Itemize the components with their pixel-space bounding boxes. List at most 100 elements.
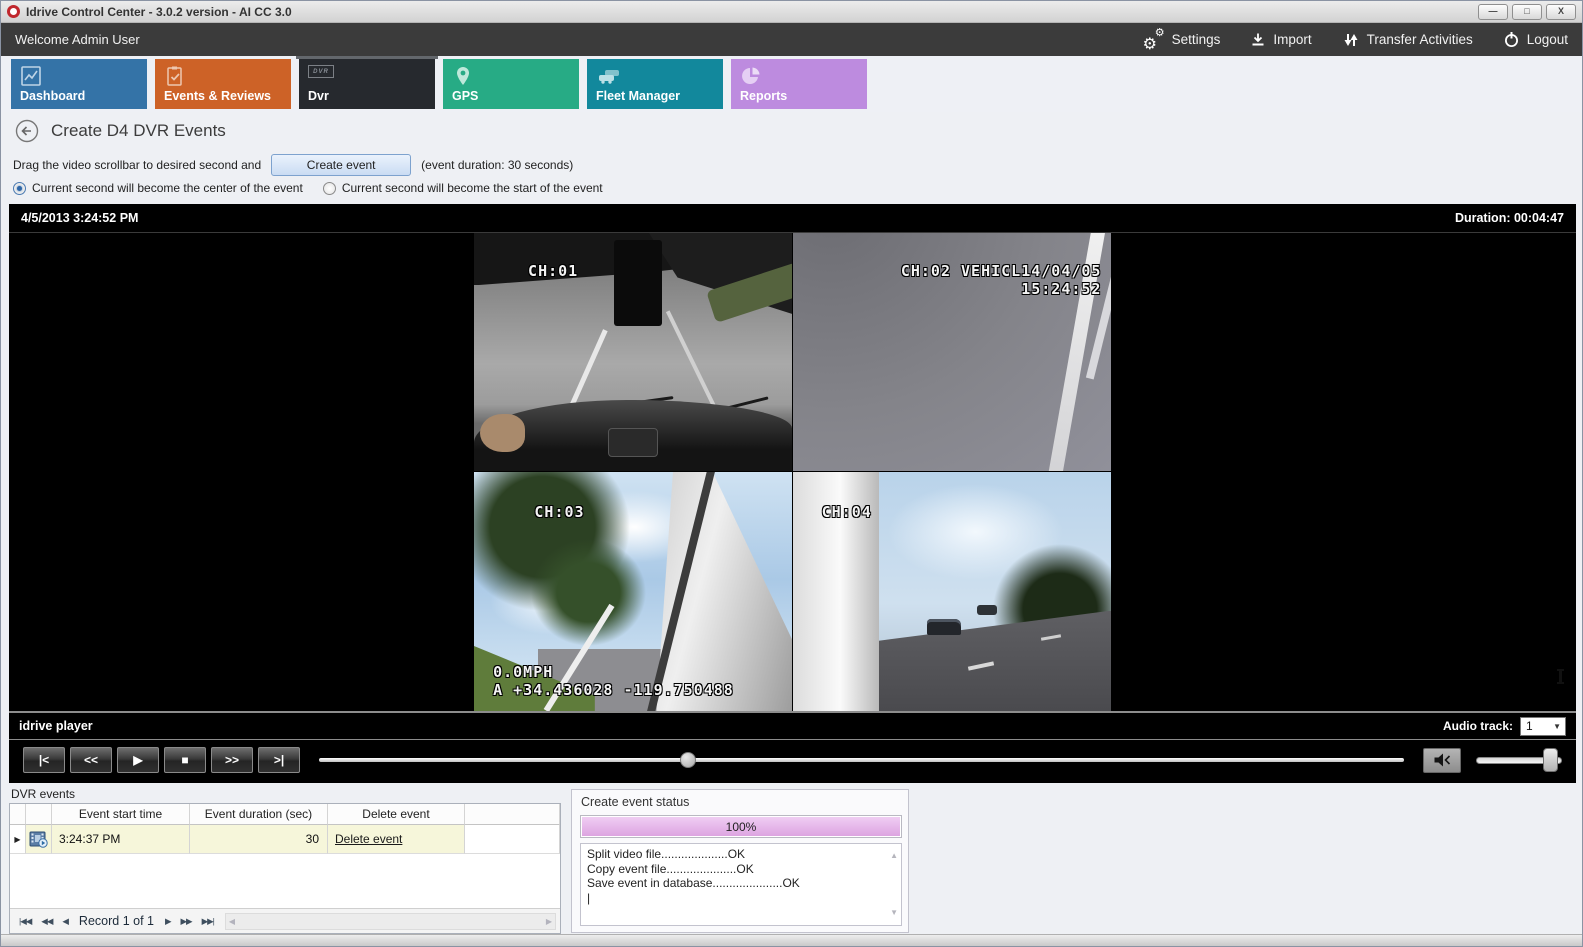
audio-track-value: 1 <box>1526 719 1533 733</box>
record-navigator: |◀◀ ◀◀ ◀ Record 1 of 1 ▶ ▶▶ ▶▶| ◀ ▶ <box>10 908 560 933</box>
tab-gps[interactable]: GPS <box>443 59 579 109</box>
log-line: Copy event file.....................OK <box>587 862 885 877</box>
header-event-start-time: Event start time <box>52 804 190 825</box>
seek-track[interactable] <box>319 758 1404 762</box>
record-status: Record 1 of 1 <box>79 914 154 928</box>
audio-track-select[interactable]: 1 ▼ <box>1520 717 1566 736</box>
cell-delete-event: Delete event <box>328 825 465 854</box>
radio-button-checked[interactable] <box>13 182 26 195</box>
channel-2-overlay: CH:02 VEHICL14/04/05 15:24:52 <box>901 262 1102 298</box>
dvr-events-label: DVR events <box>11 787 75 801</box>
channel-2-date: 14/04/05 <box>1021 262 1101 280</box>
speaker-icon <box>1432 753 1452 767</box>
volume-slider[interactable] <box>1476 747 1562 773</box>
header-filler-cell <box>465 804 560 825</box>
rewind-button[interactable]: << <box>70 747 112 773</box>
video-canvas: CH:01 CH:02 VEHICL14/04/05 15:24:52 <box>9 233 1576 711</box>
nav-first-icon[interactable]: |◀◀ <box>14 916 36 927</box>
skip-end-button[interactable]: >| <box>258 747 300 773</box>
table-empty-area <box>10 854 560 908</box>
delete-event-link[interactable]: Delete event <box>335 832 402 846</box>
stop-button[interactable]: ■ <box>164 747 206 773</box>
cell-filler <box>465 825 560 854</box>
channel-1-label: CH:01 <box>528 262 578 280</box>
radio-start-option[interactable]: Current second will become the start of … <box>323 181 603 195</box>
scroll-up-icon[interactable]: ▲ <box>890 849 898 864</box>
nav-next-icon[interactable]: ▶ <box>160 916 176 927</box>
horizontal-scrollbar[interactable]: ◀ ▶ <box>225 913 556 930</box>
settings-label: Settings <box>1172 32 1221 47</box>
nav-prev-icon[interactable]: ◀ <box>57 916 73 927</box>
radio-center-label: Current second will become the center of… <box>32 181 303 195</box>
nav-fast-prev-icon[interactable]: ◀◀ <box>36 916 57 927</box>
seek-thumb[interactable] <box>680 752 696 768</box>
channel-4-label: CH:04 <box>822 503 872 521</box>
video-header: 4/5/2013 3:24:52 PM Duration: 00:04:47 <box>9 204 1576 233</box>
minimize-button[interactable]: — <box>1478 4 1508 20</box>
window-title: Idrive Control Center - 3.0.2 version - … <box>26 5 1478 19</box>
tab-reports[interactable]: Reports <box>731 59 867 109</box>
cell-event-start-time: 3:24:37 PM <box>52 825 190 854</box>
create-event-button[interactable]: Create event <box>271 154 411 176</box>
transfer-arrows-icon <box>1342 32 1360 48</box>
scene-layer <box>614 240 662 326</box>
app-window: Idrive Control Center - 3.0.2 version - … <box>0 0 1583 947</box>
table-row[interactable]: ▶ 3:24:37 PM 30 Delete event <box>10 825 560 854</box>
camera-channel-4: CH:04 <box>793 472 1111 711</box>
window-bottom-frame <box>1 934 1582 946</box>
scroll-right-icon[interactable]: ▶ <box>546 917 552 926</box>
channel-2-label: CH:02 VEHICL <box>901 262 1021 280</box>
fast-forward-button[interactable]: >> <box>211 747 253 773</box>
volume-thumb[interactable] <box>1543 748 1558 772</box>
status-log[interactable]: Split video file....................OK C… <box>580 843 902 926</box>
row-icon-cell <box>26 825 52 854</box>
row-selector-cell: ▶ <box>10 825 26 854</box>
audio-track-label: Audio track: <box>1443 719 1513 733</box>
pie-chart-icon <box>740 65 858 87</box>
back-button[interactable] <box>15 119 39 143</box>
seek-slider[interactable] <box>319 747 1404 773</box>
tab-events-reviews[interactable]: Events & Reviews <box>155 59 291 109</box>
channel-2-time: 15:24:52 <box>1021 280 1101 298</box>
scene-layer <box>879 611 1111 711</box>
transfer-activities-button[interactable]: Transfer Activities <box>1342 32 1473 48</box>
settings-button[interactable]: ⚙⚙ Settings <box>1143 30 1221 50</box>
speed-readout: 0.0MPH <box>493 663 553 681</box>
radio-button-unchecked[interactable] <box>323 182 336 195</box>
tab-dvr[interactable]: DVR Dvr <box>299 59 435 109</box>
tab-dashboard[interactable]: Dashboard <box>11 59 147 109</box>
mute-button[interactable] <box>1423 748 1461 773</box>
logout-button[interactable]: Logout <box>1503 31 1568 48</box>
mouse-cursor <box>1559 669 1562 684</box>
page-title: Create D4 DVR Events <box>51 121 226 141</box>
power-icon <box>1503 31 1520 48</box>
import-button[interactable]: Import <box>1250 32 1311 48</box>
close-button[interactable]: X <box>1546 4 1576 20</box>
row-selector-arrow-icon: ▶ <box>14 835 20 844</box>
nav-fast-next-icon[interactable]: ▶▶ <box>176 916 197 927</box>
nav-last-icon[interactable]: ▶▶| <box>197 916 219 927</box>
dashboard-chart-icon <box>20 65 138 87</box>
video-duration: Duration: 00:04:47 <box>1455 211 1564 225</box>
scroll-left-icon[interactable]: ◀ <box>229 917 235 926</box>
gps-readout: A +34.436028 -119.750488 <box>493 681 734 699</box>
maximize-button[interactable]: □ <box>1512 4 1542 20</box>
tab-fleet-manager[interactable]: Fleet Manager <box>587 59 723 109</box>
camera-grid: CH:01 CH:02 VEHICL14/04/05 15:24:52 <box>474 233 1111 711</box>
skip-start-button[interactable]: |< <box>23 747 65 773</box>
camera-channel-2: CH:02 VEHICL14/04/05 15:24:52 <box>793 233 1111 471</box>
logout-label: Logout <box>1527 32 1568 47</box>
gear-icon: ⚙⚙ <box>1143 30 1165 50</box>
video-player-section: 4/5/2013 3:24:52 PM Duration: 00:04:47 <box>9 204 1576 783</box>
header-icon-cell <box>26 804 52 825</box>
app-logo-icon <box>7 5 20 18</box>
scene-layer <box>531 539 645 647</box>
event-duration-note: (event duration: 30 seconds) <box>421 158 573 172</box>
transfer-activities-label: Transfer Activities <box>1367 32 1473 47</box>
play-button[interactable]: ▶ <box>117 747 159 773</box>
channel-3-label: CH:03 <box>534 503 584 521</box>
radio-center-option[interactable]: Current second will become the center of… <box>13 181 303 195</box>
progress-percent: 100% <box>581 816 901 837</box>
scroll-down-icon[interactable]: ▼ <box>890 906 898 921</box>
log-line: Save event in database..................… <box>587 876 885 891</box>
